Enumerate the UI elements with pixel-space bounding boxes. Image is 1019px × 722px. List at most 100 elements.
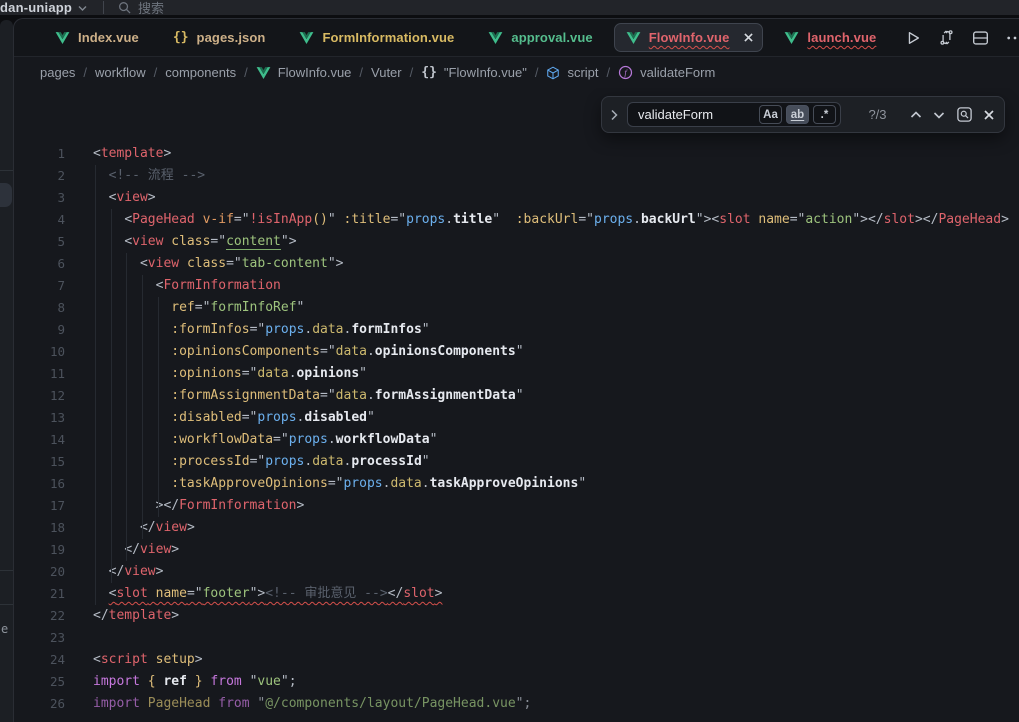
breadcrumb-label: script (567, 65, 598, 80)
line-number: 18 (14, 517, 79, 539)
code-line-6[interactable]: <view class="tab-content"> (79, 253, 1019, 275)
code-editor[interactable]: 1234567891011121314151617181920212223242… (14, 88, 1019, 722)
line-number: 9 (14, 319, 79, 341)
breadcrumb-item-vuter[interactable]: Vuter (371, 65, 402, 80)
code-line-11[interactable]: :opinions="data.opinions" (79, 363, 1019, 385)
code-line-20[interactable]: </view> (79, 561, 1019, 583)
indent-guide (158, 297, 159, 517)
selection-search-button[interactable] (956, 106, 973, 123)
line-number: 15 (14, 451, 79, 473)
app-area: e Index.vue{}pages.json FormInformation.v… (0, 15, 1019, 722)
breadcrumb-item-pages[interactable]: pages (40, 65, 75, 80)
breadcrumb-item-components[interactable]: components (165, 65, 236, 80)
code-line-26[interactable]: import PageHead from "@/components/layou… (79, 693, 1019, 715)
code-line-4[interactable]: <PageHead v-if="!isInApp()" :title="prop… (79, 209, 1019, 231)
code-line-13[interactable]: :disabled="props.disabled" (79, 407, 1019, 429)
code-line-8[interactable]: ref="formInfoRef" (79, 297, 1019, 319)
whole-word-button[interactable]: ab (786, 105, 809, 124)
tab-close-button[interactable] (744, 33, 753, 42)
match-count: ?/3 (859, 107, 896, 122)
breadcrumb-label: FlowInfo.vue (278, 65, 352, 80)
code-line-18[interactable]: </view> (79, 517, 1019, 539)
expand-replace-button[interactable] (610, 109, 619, 121)
code-line-22[interactable]: </template> (79, 605, 1019, 627)
line-number: 13 (14, 407, 79, 429)
code-line-14[interactable]: :workflowData="props.workflowData" (79, 429, 1019, 451)
tab-FlowInfo.vue[interactable]: FlowInfo.vue (614, 23, 764, 52)
tab-approval.vue[interactable]: approval.vue (471, 19, 609, 56)
tab-FormInformation.vue[interactable]: FormInformation.vue (282, 19, 471, 56)
breadcrumb-item-workflow[interactable]: workflow (95, 65, 146, 80)
vue-icon (626, 31, 641, 45)
line-number: 17 (14, 495, 79, 517)
code-line-16[interactable]: :taskApproveOpinions="props.data.taskApp… (79, 473, 1019, 495)
breadcrumb-item-validateform[interactable]: fvalidateForm (618, 65, 715, 80)
indent-guide (126, 253, 127, 561)
tab-pages.json[interactable]: {}pages.json (156, 19, 283, 56)
compare-icon (938, 29, 955, 46)
tab-Index.vue[interactable]: Index.vue (38, 19, 156, 56)
vue-icon (55, 31, 70, 45)
breadcrumb-label: pages (40, 65, 75, 80)
breadcrumb-separator: / (607, 65, 611, 80)
match-case-button[interactable]: Aa (759, 105, 782, 124)
code-line-7[interactable]: <FormInformation (79, 275, 1019, 297)
global-search[interactable]: 搜索 (118, 0, 164, 15)
more-button[interactable] (1006, 35, 1019, 41)
code-line-1[interactable]: <template> (79, 143, 1019, 165)
line-number: 3 (14, 187, 79, 209)
code-line-5[interactable]: <view class="content"> (79, 231, 1019, 253)
prev-match-button[interactable] (910, 111, 922, 119)
code-line-15[interactable]: :processId="props.data.processId" (79, 451, 1019, 473)
split-icon (972, 30, 989, 46)
next-match-button[interactable] (933, 111, 945, 119)
code-line-24[interactable]: <script setup> (79, 649, 1019, 671)
braces-icon: {} (173, 30, 189, 45)
code-line-10[interactable]: :opinionsComponents="data.opinionsCompon… (79, 341, 1019, 363)
buffer-search-panel: Aa ab .* ?/3 (601, 96, 1005, 133)
code-line-17[interactable]: ></FormInformation> (79, 495, 1019, 517)
vue-icon (256, 66, 271, 80)
compare-button[interactable] (938, 29, 955, 46)
code-line-25[interactable]: import { ref } from "vue"; (79, 671, 1019, 693)
tab-label: FormInformation.vue (322, 30, 454, 45)
line-number: 2 (14, 165, 79, 187)
code-line-3[interactable]: <view> (79, 187, 1019, 209)
indent-guide (95, 165, 96, 605)
split-button[interactable] (972, 30, 989, 46)
breadcrumb-item-flowinfovue[interactable]: {}"FlowInfo.vue" (421, 65, 527, 80)
regex-button[interactable]: .* (813, 105, 836, 124)
editor-toolbar (905, 29, 1015, 46)
indent-guide (111, 209, 112, 583)
line-number: 24 (14, 649, 79, 671)
line-number: 8 (14, 297, 79, 319)
find-input-box: Aa ab .* (627, 102, 841, 127)
search-input[interactable] (638, 107, 755, 122)
breadcrumb-item-script[interactable]: script (546, 65, 598, 80)
code-line-9[interactable]: :formInfos="props.data.formInfos" (79, 319, 1019, 341)
close-search-button[interactable] (984, 110, 994, 120)
sidebar-text-fragment: e (1, 622, 8, 636)
code-line-23[interactable] (79, 627, 1019, 649)
global-search-placeholder: 搜索 (138, 0, 164, 15)
code-line-19[interactable]: </view> (79, 539, 1019, 561)
line-number: 16 (14, 473, 79, 495)
tab-bar: Index.vue{}pages.json FormInformation.vue… (14, 19, 1019, 57)
breadcrumb-item-flowinfovue[interactable]: FlowInfo.vue (256, 65, 352, 80)
code-line-12[interactable]: :formAssignmentData="data.formAssignment… (79, 385, 1019, 407)
line-number: 6 (14, 253, 79, 275)
tab-strip: Index.vue{}pages.json FormInformation.vue… (38, 19, 893, 56)
code-line-2[interactable]: <!-- 流程 --> (79, 165, 1019, 187)
tab-launch.vue[interactable]: launch.vue (767, 19, 893, 56)
breadcrumb-separator: / (244, 65, 248, 80)
line-number: 14 (14, 429, 79, 451)
breadcrumb-separator: / (83, 65, 87, 80)
project-selector[interactable]: dan-uniapp (0, 0, 72, 15)
line-number: 7 (14, 275, 79, 297)
code-line-21[interactable]: <slot name="footer"><!-- 审批意见 --></slot> (79, 583, 1019, 605)
panel-handle[interactable] (0, 183, 12, 207)
line-number: 19 (14, 539, 79, 561)
run-button[interactable] (905, 30, 921, 46)
close-icon (744, 33, 753, 42)
code-column: <template> <!-- 流程 --> <view> <PageHead … (79, 88, 1019, 722)
